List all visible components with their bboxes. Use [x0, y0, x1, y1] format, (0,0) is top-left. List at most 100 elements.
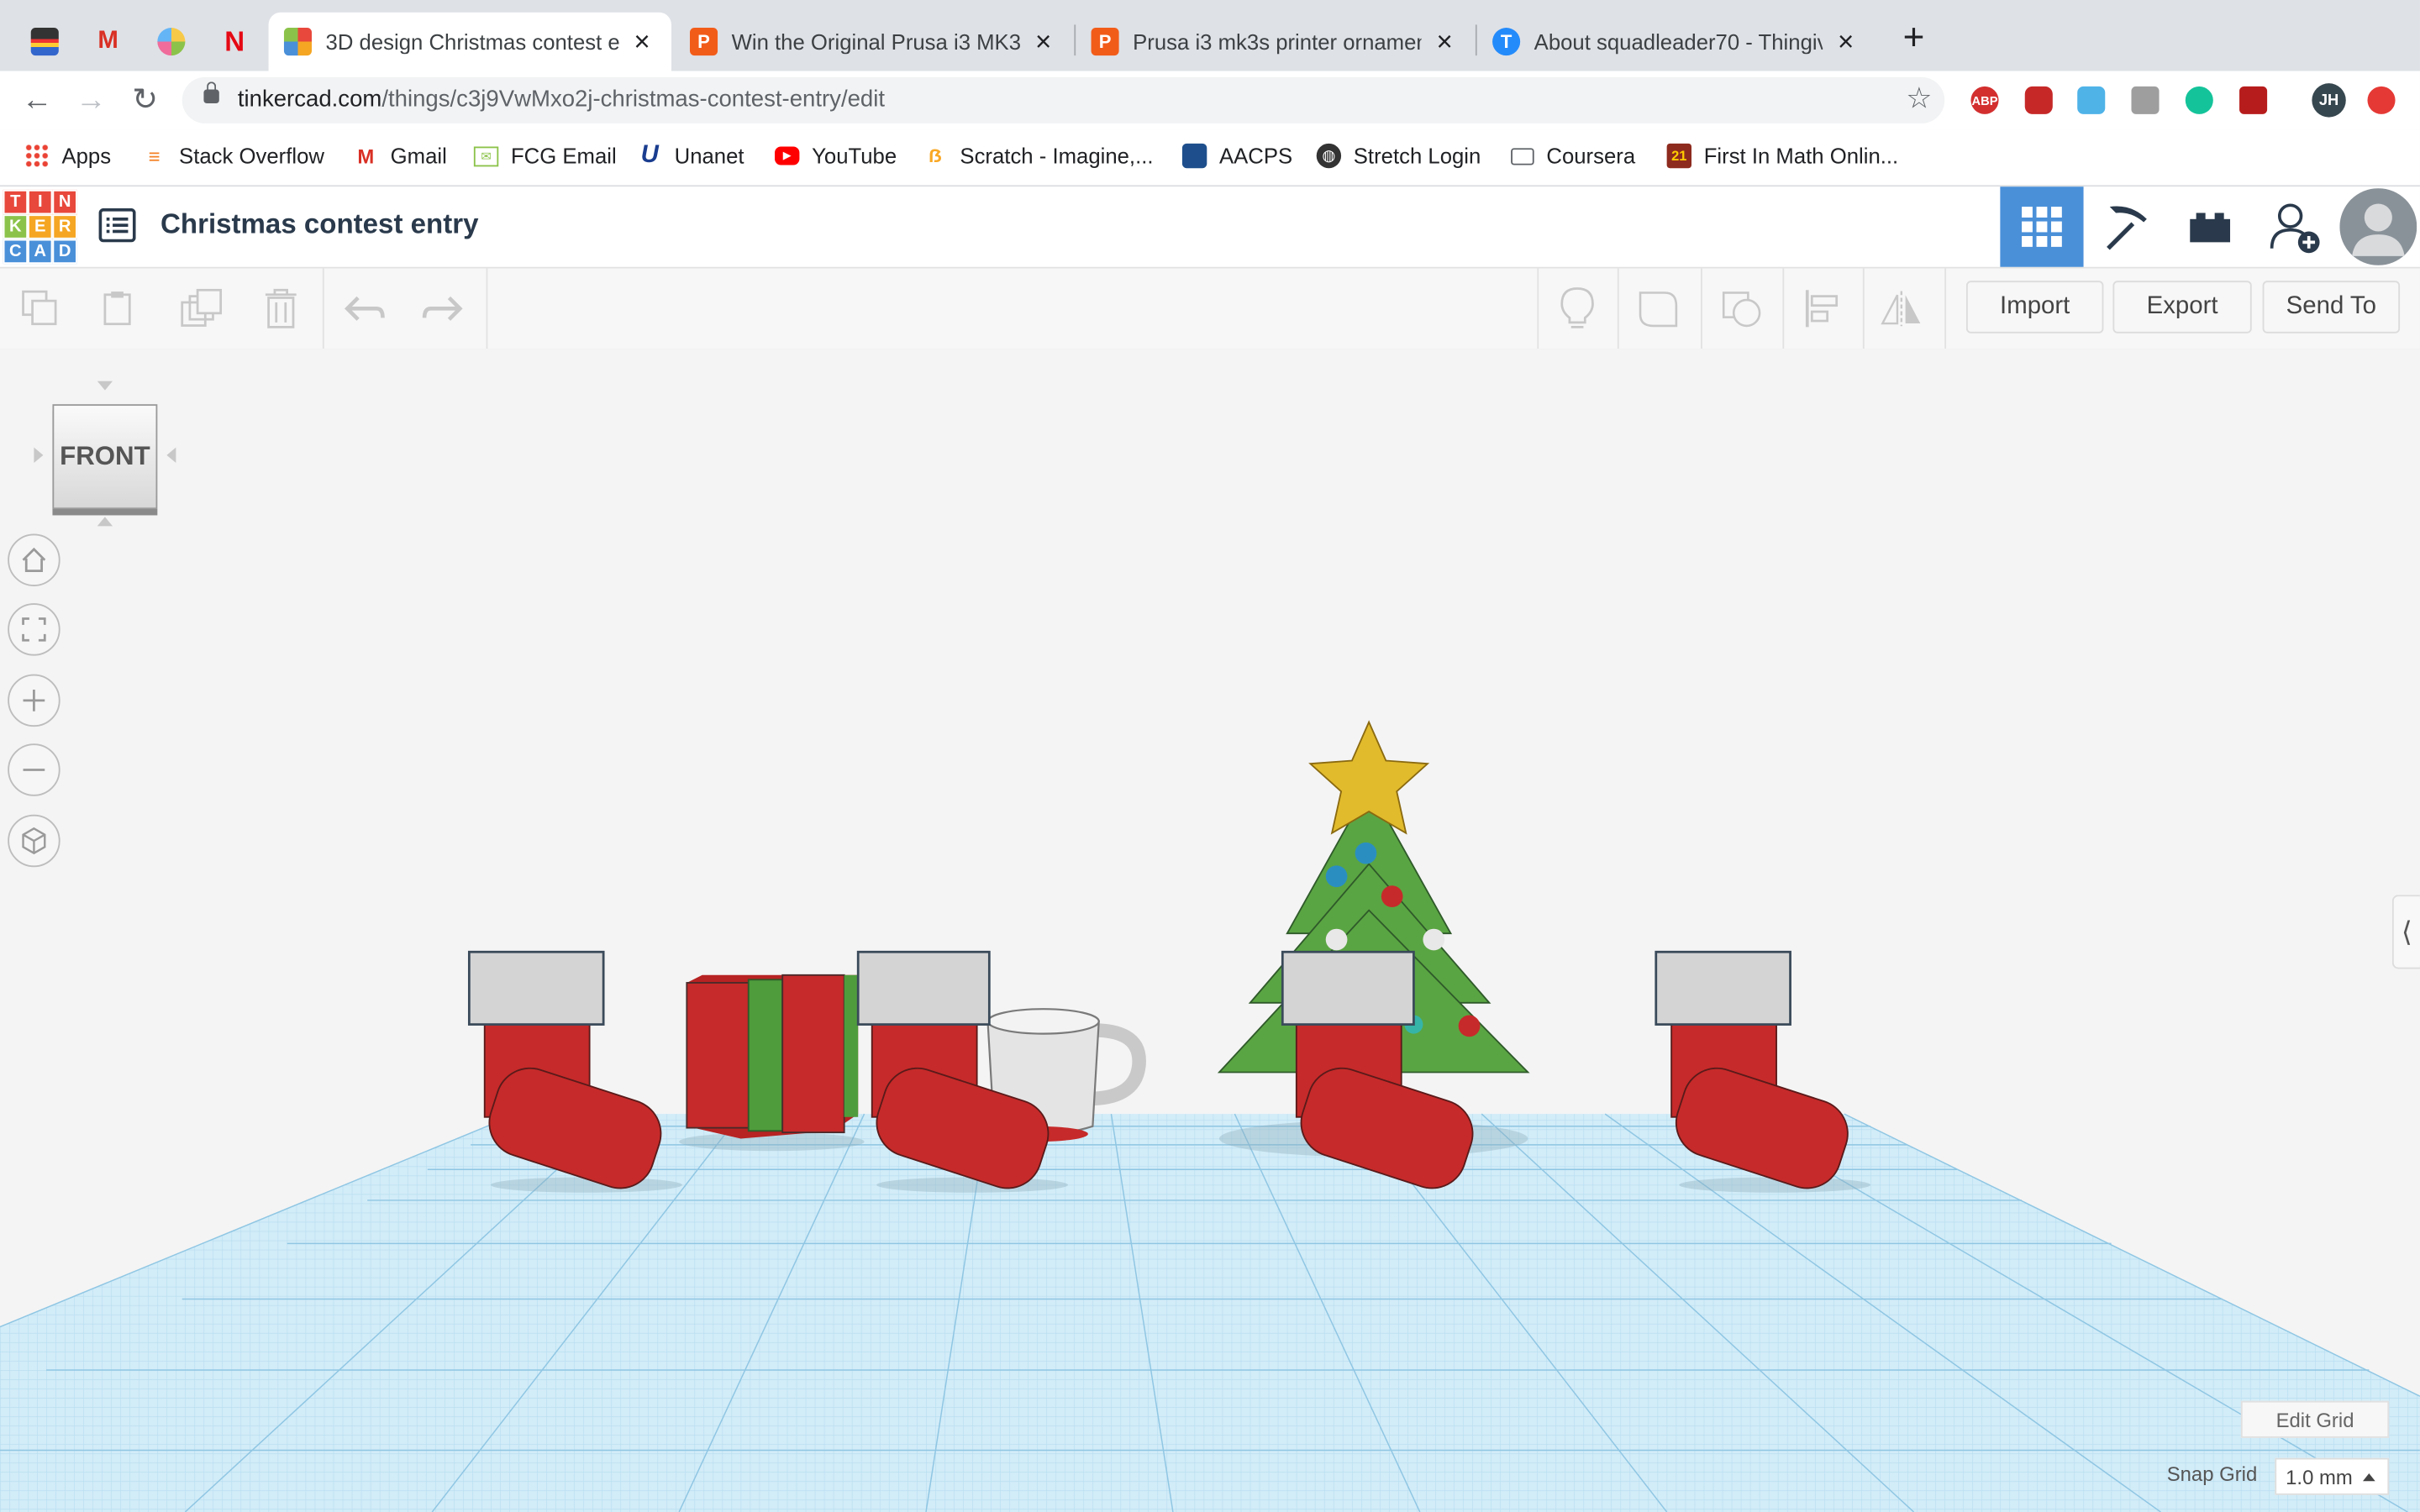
close-icon[interactable]: ×: [1431, 25, 1459, 58]
paste-icon: [103, 291, 131, 326]
bookmark-aacps[interactable]: AACPS: [1181, 143, 1292, 169]
home-icon: [22, 547, 46, 572]
apps-grid-icon: [24, 143, 50, 169]
brick-icon: [2190, 213, 2231, 243]
minus-icon: [23, 769, 45, 771]
camera-extension-icon[interactable]: [2131, 86, 2160, 114]
bookmark-stretch-login[interactable]: ◍ Stretch Login: [1316, 143, 1481, 169]
new-tab-button[interactable]: +: [1895, 19, 1932, 59]
hand-extension-icon[interactable]: [2024, 86, 2053, 114]
update-icon[interactable]: [2367, 86, 2396, 114]
fit-view-button[interactable]: [8, 603, 60, 656]
tab-tinkercad[interactable]: 3D design Christmas contest e ×: [268, 12, 671, 71]
group-icon: [1639, 291, 1678, 328]
edit-toolbar: Import Export Send To: [0, 268, 2420, 350]
trash-icon: [265, 288, 297, 328]
tab-thingiverse[interactable]: T About squadleader70 - Thingiv ×: [1477, 13, 1876, 71]
bookmark-gmail[interactable]: M Gmail: [354, 144, 446, 168]
zoom-in-button[interactable]: [8, 674, 60, 727]
design-list-icon[interactable]: [98, 207, 136, 243]
cube-arrow-right-icon[interactable]: [166, 447, 179, 464]
invite-user-button[interactable]: [2254, 186, 2337, 267]
copy-button[interactable]: [18, 287, 61, 330]
workplane-grid[interactable]: [0, 1113, 2420, 1512]
mirror-button[interactable]: [1880, 287, 1923, 330]
pinned-tab-briefcase[interactable]: [15, 13, 74, 71]
profile-avatar-icon[interactable]: JH: [2312, 83, 2346, 118]
bookmark-star-icon[interactable]: ☆: [1906, 81, 1932, 117]
tab-title: Win the Original Prusa i3 MK3S: [731, 29, 1021, 55]
tab-prusa-contest[interactable]: P Win the Original Prusa i3 MK3S ×: [675, 13, 1073, 71]
ungroup-button[interactable]: [1719, 287, 1762, 330]
undo-button[interactable]: [343, 287, 386, 330]
duplicate-button[interactable]: [179, 287, 223, 330]
bookmark-coursera[interactable]: Coursera: [1511, 144, 1635, 168]
address-bar[interactable]: tinkercad.com/things/c3j9VwMxo2j-christm…: [182, 76, 1945, 123]
pinned-tab-pinwheel[interactable]: [142, 13, 201, 71]
blocks-view-button[interactable]: [2085, 186, 2168, 267]
prusa-favicon-icon: P: [1091, 28, 1119, 56]
align-button[interactable]: [1801, 287, 1844, 330]
netflix-icon: N: [224, 25, 245, 57]
toolbar-divider: [1862, 268, 1865, 349]
tab-title: About squadleader70 - Thingiv: [1534, 29, 1823, 55]
zoom-out-button[interactable]: [8, 743, 60, 796]
export-button[interactable]: Export: [2112, 281, 2252, 333]
bookmark-fcg-email[interactable]: ✉ FCG Email: [473, 144, 617, 168]
lightbulb-icon: [1560, 287, 1594, 328]
reload-button[interactable]: ↻: [125, 81, 166, 121]
bookmark-youtube[interactable]: ▶ YouTube: [775, 144, 897, 168]
pinned-tab-netflix[interactable]: N: [205, 13, 264, 71]
forward-button[interactable]: →: [71, 81, 111, 121]
tab-prusa-ornament[interactable]: P Prusa i3 mk3s printer ornamen ×: [1076, 13, 1474, 71]
cube-arrow-down-icon[interactable]: [97, 517, 113, 529]
paste-button[interactable]: [97, 287, 140, 330]
scene-svg[interactable]: [0, 349, 2420, 1512]
pinned-tab-gmail[interactable]: M: [79, 13, 138, 71]
toolbar-divider: [1944, 268, 1947, 349]
perspective-toggle-button[interactable]: [8, 814, 60, 868]
grammarly-extension-icon[interactable]: [2185, 86, 2213, 114]
grid-icon: [2022, 207, 2062, 247]
home-view-button[interactable]: [8, 533, 60, 586]
group-button[interactable]: [1636, 287, 1679, 330]
design-title[interactable]: Christmas contest entry: [160, 208, 478, 241]
adblock-extension-icon[interactable]: ABP: [1970, 86, 1999, 114]
tinkercad-logo[interactable]: T I N K E R C A D: [3, 189, 77, 265]
delete-button[interactable]: [260, 287, 302, 330]
gift-box-shape[interactable]: [686, 974, 859, 1139]
close-icon[interactable]: ×: [1832, 25, 1860, 58]
cube-arrow-left-icon[interactable]: [31, 447, 44, 464]
cloud-extension-icon[interactable]: [2077, 86, 2106, 114]
bookmark-unanet[interactable]: U Unanet: [638, 142, 744, 168]
shapes-panel-toggle[interactable]: ⟨: [2391, 895, 2420, 969]
cube-arrow-up-icon[interactable]: [97, 381, 113, 394]
redo-icon: [422, 296, 463, 321]
screenshot-extension-icon[interactable]: [2239, 86, 2268, 114]
import-button[interactable]: Import: [1965, 281, 2104, 333]
close-icon[interactable]: ×: [629, 25, 656, 58]
toolbar-divider: [322, 268, 324, 349]
fit-view-icon: [22, 617, 46, 642]
view-cube[interactable]: FRONT: [52, 404, 158, 510]
bricks-view-button[interactable]: [2169, 186, 2252, 267]
bookmark-stack-overflow[interactable]: ≡ Stack Overflow: [142, 144, 324, 168]
mirror-icon: [1881, 291, 1921, 327]
bookmark-first-in-math[interactable]: 21 First In Math Onlin...: [1666, 143, 1898, 169]
avatar-icon: [2339, 188, 2417, 265]
edit-grid-button[interactable]: Edit Grid: [2240, 1400, 2390, 1438]
close-icon[interactable]: ×: [1029, 25, 1057, 58]
redo-button[interactable]: [421, 287, 464, 330]
snap-grid-select[interactable]: 1.0 mm: [2275, 1457, 2390, 1495]
send-to-button[interactable]: Send To: [2262, 281, 2401, 333]
bookmark-scratch[interactable]: ẞ Scratch - Imagine,...: [923, 144, 1153, 168]
back-button[interactable]: ←: [17, 81, 57, 121]
workplane-viewport[interactable]: FRONT ⟨ Edit Grid Snap Grid 1.0 mm: [0, 349, 2420, 1512]
lock-icon: [203, 81, 219, 104]
bookmark-apps[interactable]: Apps: [24, 143, 111, 169]
user-avatar[interactable]: [2337, 186, 2420, 267]
chevron-left-icon: ⟨: [2401, 916, 2412, 947]
notes-button[interactable]: [1555, 287, 1598, 330]
tab-strip: M N 3D design Christmas contest e × P Wi…: [0, 0, 2420, 71]
3d-design-view-button[interactable]: [2000, 186, 2084, 267]
